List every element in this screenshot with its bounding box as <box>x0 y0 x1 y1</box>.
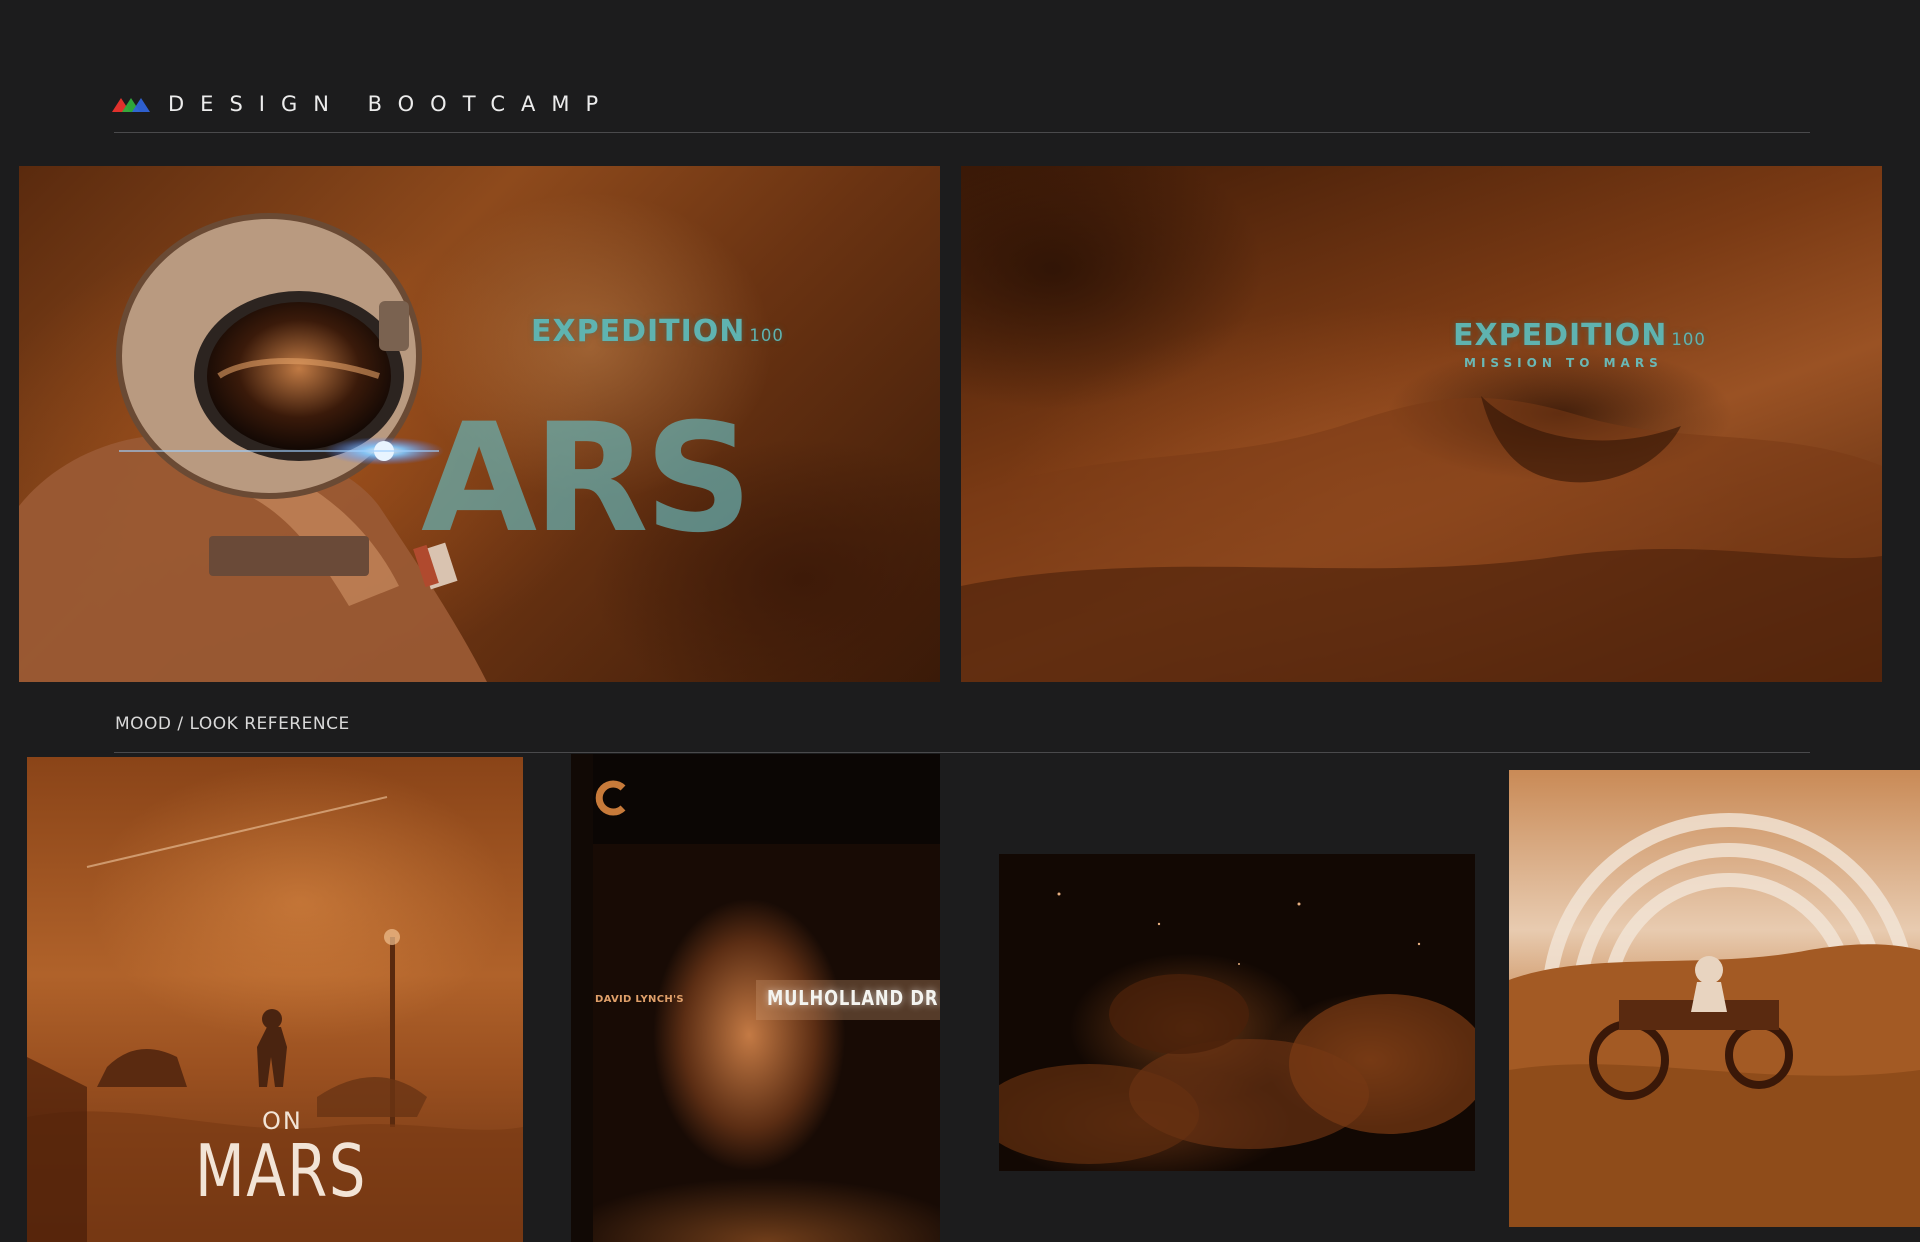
director-credit: DAVID LYNCH'S <box>595 994 684 1005</box>
mood-image-on-mars-poster: ON MARS <box>27 757 523 1242</box>
tricolor-mountains-icon <box>112 98 150 112</box>
brand-name: DESIGN BOOTCAMP <box>168 92 615 116</box>
cloud-nebula-illustration <box>999 892 1475 1164</box>
mood-image-clouds <box>999 854 1475 1171</box>
mood-divider <box>114 752 1810 753</box>
expedition-title: EXPEDITION 100 <box>531 314 784 349</box>
mission-subtitle: MISSION TO MARS <box>1464 356 1663 370</box>
hero-frame-astronaut: EXPEDITION 100 ARS <box>19 166 940 682</box>
criterion-c-icon <box>595 780 626 816</box>
poster-mars-word: MARS <box>195 1129 368 1213</box>
design-bootcamp-board: DESIGN BOOTCAMP EXPEDITION 100 ARS EXPED… <box>0 0 1920 1242</box>
lunar-rover-illustration <box>1509 813 1920 1227</box>
mood-image-mulholland-poster: DAVID LYNCH'S MULHOLLAND DR. <box>571 754 940 1242</box>
crater-landscape-illustration <box>961 396 1882 682</box>
hero-frame-landscape: EXPEDITION 100 MISSION TO MARS <box>961 166 1882 682</box>
film-title: MULHOLLAND DR. <box>767 986 940 1010</box>
expedition-title: EXPEDITION 100 <box>1453 318 1706 353</box>
woman-portrait-illustration <box>593 844 940 1242</box>
header-divider <box>114 132 1810 133</box>
brand-header: DESIGN BOOTCAMP <box>112 92 614 116</box>
mars-big-lettering: ARS <box>421 392 753 566</box>
criterion-spine <box>571 754 593 1242</box>
mood-section-label: MOOD / LOOK REFERENCE <box>115 714 350 734</box>
mood-image-rover <box>1509 770 1920 1227</box>
